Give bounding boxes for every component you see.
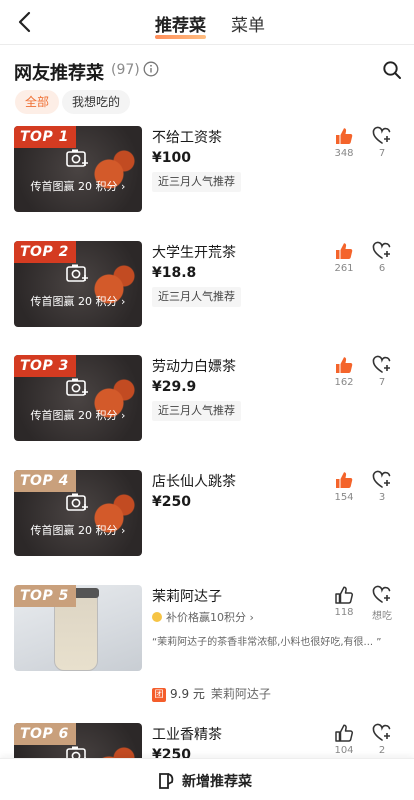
thumbs-up-outline-icon[interactable]: [334, 585, 354, 605]
add-recommendation-bar[interactable]: 新增推荐菜: [0, 758, 414, 800]
like-count: 104: [334, 745, 354, 756]
add-recommend-label[interactable]: 新增推荐菜: [182, 771, 252, 791]
dish-name: 不给工资茶: [152, 130, 222, 146]
dish-price: ¥100: [152, 150, 191, 166]
dish-price: ¥18.8: [152, 265, 197, 281]
upload-photo-text: 传首图赢 20 积分 ›: [30, 409, 126, 422]
popular-tag: 近三月人气推荐: [152, 287, 241, 307]
rank-badge: TOP 4: [14, 470, 76, 492]
top-nav-bar: 推荐菜 菜单: [0, 0, 414, 44]
filter-chip-all[interactable]: 全部: [15, 90, 60, 114]
dish-thumbnail[interactable]: TOP 3 传首图赢 20 积分 ›: [14, 355, 142, 441]
camera-plus-icon: [66, 149, 88, 167]
like-count: 118: [334, 607, 354, 618]
dish-thumbnail[interactable]: TOP 2 传首图赢 20 积分 ›: [14, 241, 142, 327]
dish-price: ¥250: [152, 494, 191, 510]
thumbs-up-icon[interactable]: [334, 355, 354, 375]
group-badge: 团: [152, 688, 166, 702]
heart-plus-icon[interactable]: [372, 723, 392, 743]
dish-name: 劳动力白嫖茶: [152, 359, 236, 375]
coin-icon: [152, 612, 162, 622]
rank-badge: TOP 2: [14, 241, 76, 263]
group-deal[interactable]: 团 9.9 元茉莉阿达子: [152, 685, 271, 702]
want-count: 7: [378, 377, 386, 388]
tab-recommended[interactable]: 推荐菜: [155, 11, 206, 39]
rank-badge: TOP 1: [14, 126, 76, 148]
tab-menu[interactable]: 菜单: [231, 11, 265, 36]
group-deal-name: 茉莉阿达子: [210, 687, 271, 701]
filter-chip-want-to-eat[interactable]: 我想吃的: [62, 90, 131, 114]
heart-plus-icon[interactable]: [372, 470, 392, 490]
dish-photo[interactable]: TOP 5: [14, 585, 142, 671]
header-divider: [0, 44, 414, 45]
upload-photo-text: 传首图赢 20 积分 ›: [30, 524, 126, 537]
dish-name: 大学生开荒茶: [152, 245, 236, 261]
want-count: 2: [378, 745, 386, 756]
camera-plus-icon: [66, 264, 88, 282]
section-title: 网友推荐菜: [14, 63, 104, 84]
like-count: 154: [334, 492, 354, 503]
dish-name: 店长仙人跳茶: [152, 474, 236, 490]
upload-photo-text: 传首图赢 20 积分 ›: [30, 180, 126, 193]
dish-name: 工业香精茶: [152, 727, 222, 743]
thumbs-up-icon[interactable]: [334, 126, 354, 146]
thumbs-up-icon[interactable]: [334, 470, 354, 490]
search-icon[interactable]: [382, 60, 402, 80]
dish-name: 茉莉阿达子: [152, 589, 222, 605]
group-price: 9.9 元: [170, 687, 205, 701]
recommend-count: (97): [111, 62, 140, 78]
camera-plus-icon: [66, 378, 88, 396]
dish-thumbnail[interactable]: TOP 1 传首图赢 20 积分 ›: [14, 126, 142, 212]
rank-badge: TOP 5: [14, 585, 76, 607]
review-quote: “茉莉阿达子的茶香非常浓郁,小料也很好吃,有很... ”: [152, 637, 382, 648]
want-label: 想吃: [372, 611, 392, 622]
like-count: 162: [334, 377, 354, 388]
add-price-reward[interactable]: 补价格赢10积分 ›: [152, 609, 254, 625]
rank-badge: TOP 6: [14, 723, 76, 745]
heart-plus-icon[interactable]: [372, 355, 392, 375]
like-count: 261: [334, 263, 354, 274]
add-price-reward-text: 补价格赢10积分 ›: [166, 611, 254, 624]
heart-plus-icon[interactable]: [372, 585, 392, 605]
popular-tag: 近三月人气推荐: [152, 401, 241, 421]
dish-price: ¥29.9: [152, 379, 197, 395]
popular-tag: 近三月人气推荐: [152, 172, 241, 192]
dish-thumbnail[interactable]: TOP 4 传首图赢 20 积分 ›: [14, 470, 142, 556]
heart-plus-icon[interactable]: [372, 126, 392, 146]
rank-badge: TOP 3: [14, 355, 76, 377]
heart-plus-icon[interactable]: [372, 241, 392, 261]
info-icon[interactable]: [143, 61, 159, 77]
like-count: 348: [334, 148, 354, 159]
want-count: 7: [378, 148, 386, 159]
want-count: 6: [378, 263, 386, 274]
thumbs-up-icon[interactable]: [334, 241, 354, 261]
upload-photo-text: 传首图赢 20 积分 ›: [30, 295, 126, 308]
back-arrow-icon[interactable]: [14, 10, 38, 34]
want-count: 3: [378, 492, 386, 503]
thumbs-up-outline-icon[interactable]: [334, 723, 354, 743]
add-recommend-icon: [159, 773, 174, 789]
camera-plus-icon: [66, 493, 88, 511]
